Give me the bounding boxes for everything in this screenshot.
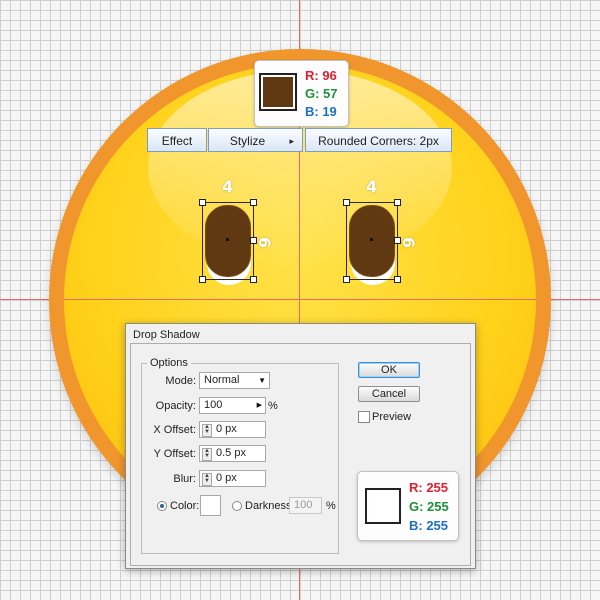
mode-select[interactable]: Normal ▼	[199, 372, 270, 389]
mode-value: Normal	[204, 374, 240, 386]
y-offset-field[interactable]: ▲ ▼ 0.5 px	[199, 445, 266, 462]
cancel-button[interactable]: Cancel	[358, 386, 420, 402]
right-eye-width-label: 4	[366, 177, 378, 196]
dialog-title: Drop Shadow	[133, 329, 200, 341]
fill-color-info: R: 96 G: 57 B: 19	[254, 60, 349, 127]
ok-button[interactable]: OK	[358, 362, 420, 378]
mode-label: Mode:	[165, 375, 196, 387]
blue-value: B: 19	[305, 104, 337, 119]
left-eye-center-point	[226, 238, 229, 241]
left-eye[interactable]	[199, 199, 257, 285]
menu-stylize-label: Stylize	[229, 134, 266, 148]
x-offset-field[interactable]: ▲ ▼ 0 px	[199, 421, 266, 438]
shadow-color-info: R: 255 G: 255 B: 255	[357, 471, 459, 541]
left-eye-height-label: 6	[255, 236, 275, 249]
preview-label: Preview	[372, 411, 412, 423]
left-eye-bounding-box	[199, 199, 257, 283]
blur-field[interactable]: ▲ ▼ 0 px	[199, 470, 266, 487]
y-offset-label: Y Offset:	[153, 448, 196, 460]
darkness-unit: %	[326, 500, 336, 512]
right-eye-height-label: 6	[399, 236, 419, 249]
blur-value: 0 px	[216, 472, 237, 484]
color-radio[interactable]	[157, 501, 167, 511]
handle-top-left[interactable]	[199, 199, 206, 206]
handle-top-right[interactable]	[394, 199, 401, 206]
shadow-color-preview-swatch	[365, 488, 401, 524]
darkness-radio[interactable]	[232, 501, 242, 511]
blue-value: B: 255	[409, 518, 449, 533]
red-value: R: 255	[409, 480, 449, 495]
handle-bottom-left[interactable]	[199, 276, 206, 283]
right-eye-center-point	[370, 238, 373, 241]
preview-checkbox[interactable]	[358, 411, 370, 423]
opacity-value: 100	[204, 399, 223, 411]
menu-rounded-corners-label: Rounded Corners: 2px	[318, 134, 439, 148]
opacity-field[interactable]: 100 ▶	[199, 397, 266, 414]
menu-stylize[interactable]: Stylize ▸	[208, 128, 303, 152]
menu-effect[interactable]: Effect	[147, 128, 207, 152]
green-value: G: 255	[409, 499, 449, 514]
red-value: R: 96	[305, 68, 337, 83]
arrow-right-icon[interactable]: ▶	[257, 398, 262, 413]
right-eye-bounding-box	[343, 199, 401, 283]
darkness-label: Darkness:	[245, 500, 295, 512]
menu-rounded-corners[interactable]: Rounded Corners: 2px	[305, 128, 452, 152]
color-label: Color:	[170, 500, 200, 512]
x-offset-label: X Offset:	[153, 424, 196, 436]
opacity-label: Opacity:	[155, 400, 196, 412]
handle-bottom-right[interactable]	[250, 276, 257, 283]
x-offset-value: 0 px	[216, 423, 237, 435]
left-eye-width-label: 4	[222, 177, 234, 196]
handle-bottom-left[interactable]	[343, 276, 350, 283]
blur-label: Blur:	[173, 473, 196, 485]
y-offset-value: 0.5 px	[216, 447, 246, 459]
fill-color-swatch	[259, 73, 297, 111]
options-group-label: Options	[147, 357, 191, 369]
right-eye[interactable]	[343, 199, 401, 285]
face-guide-horizontal	[64, 299, 536, 300]
handle-top-right[interactable]	[250, 199, 257, 206]
menu-effect-label: Effect	[161, 134, 193, 148]
spinner-icon[interactable]: ▲ ▼	[202, 473, 212, 486]
green-value: G: 57	[305, 86, 338, 101]
spinner-icon[interactable]: ▲ ▼	[202, 448, 212, 461]
dropdown-arrow-icon: ▼	[258, 376, 266, 385]
shadow-color-swatch[interactable]	[200, 495, 221, 516]
handle-bottom-right[interactable]	[394, 276, 401, 283]
darkness-field[interactable]: 100	[289, 497, 322, 514]
chevron-right-icon: ▸	[289, 136, 294, 146]
handle-top-left[interactable]	[343, 199, 350, 206]
darkness-value: 100	[294, 499, 313, 511]
spinner-icon[interactable]: ▲ ▼	[202, 424, 212, 437]
opacity-unit: %	[268, 400, 278, 412]
